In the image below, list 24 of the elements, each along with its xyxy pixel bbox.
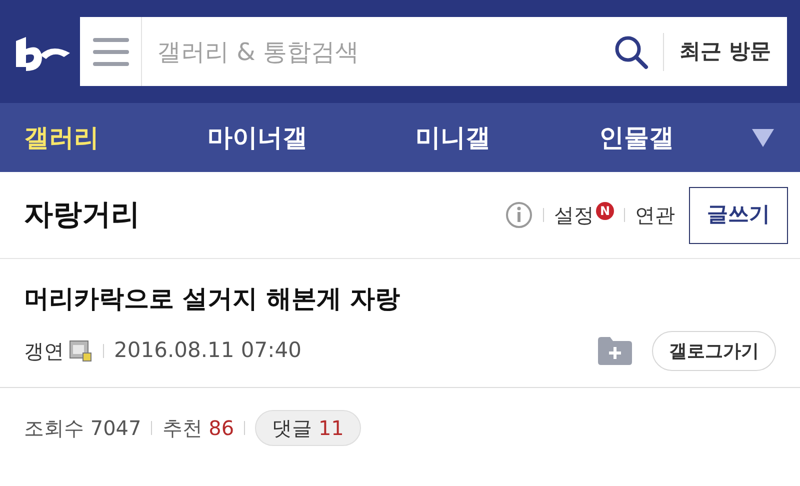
post-date: 2016.08.11 07:40	[114, 337, 302, 364]
nav-tab[interactable]: 인물갤	[598, 118, 674, 156]
author-name: 갱연	[24, 338, 64, 365]
new-badge: N	[596, 202, 614, 220]
post-stat: 추천 86	[162, 415, 234, 442]
settings-link[interactable]: 설정	[554, 200, 594, 230]
post-title: 머리카락으로 설거지 해본게 자랑	[24, 283, 402, 315]
related-link[interactable]: 연관	[635, 200, 675, 230]
nav-tab[interactable]: 갤러리	[24, 118, 99, 156]
board-title: 자랑거리	[24, 196, 141, 234]
folder-plus-icon[interactable]	[598, 337, 632, 365]
search-icon[interactable]	[612, 34, 649, 70]
dropdown-arrow-icon[interactable]	[752, 128, 774, 146]
gallog-button[interactable]: 갤로그가기	[652, 331, 776, 371]
menu-icon	[92, 38, 128, 66]
post-stat: 조회수 7047	[24, 415, 142, 442]
menu-button[interactable]	[80, 17, 142, 86]
search-field[interactable]: 갤러리 & 통합검색	[142, 17, 599, 86]
comments-button[interactable]: 댓글 11	[255, 410, 361, 446]
info-icon[interactable]	[505, 201, 533, 229]
write-button[interactable]: 글쓰기	[689, 186, 788, 244]
recent-visits-button[interactable]: 최근 방문	[664, 17, 787, 86]
nav-tab[interactable]: 마이너갤	[207, 118, 308, 156]
nav-tab[interactable]: 미니갤	[416, 118, 490, 156]
